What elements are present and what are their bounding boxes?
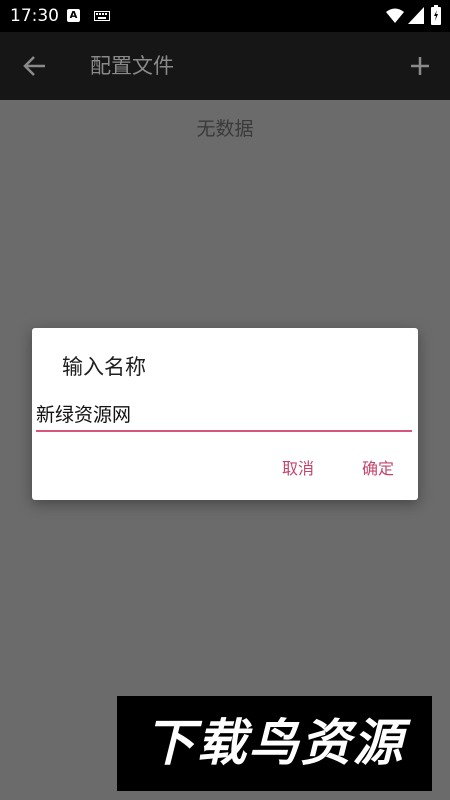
input-name-dialog: 输入名称 取消 确定	[32, 328, 418, 500]
status-bar: 17:30 A	[0, 0, 450, 32]
keyboard-icon	[94, 11, 110, 21]
empty-state-text: 无数据	[196, 118, 254, 140]
a-notification-letter: A	[69, 10, 78, 21]
arrow-left-icon[interactable]	[21, 52, 49, 80]
name-input[interactable]	[36, 396, 412, 432]
signal-icon	[408, 7, 424, 24]
wifi-icon	[386, 8, 404, 23]
watermark-text: 下载鸟资源	[144, 714, 405, 772]
confirm-button[interactable]: 确定	[362, 456, 394, 482]
toolbar: 配置文件	[0, 32, 450, 100]
cancel-button[interactable]: 取消	[282, 456, 314, 482]
watermark: 下载鸟资源	[117, 696, 432, 791]
page-title: 配置文件	[90, 54, 174, 78]
a-notification-icon: A	[67, 9, 80, 22]
battery-icon	[431, 5, 441, 25]
plus-icon[interactable]	[406, 52, 434, 80]
dialog-title: 输入名称	[62, 355, 146, 379]
status-time: 17:30	[10, 6, 59, 26]
